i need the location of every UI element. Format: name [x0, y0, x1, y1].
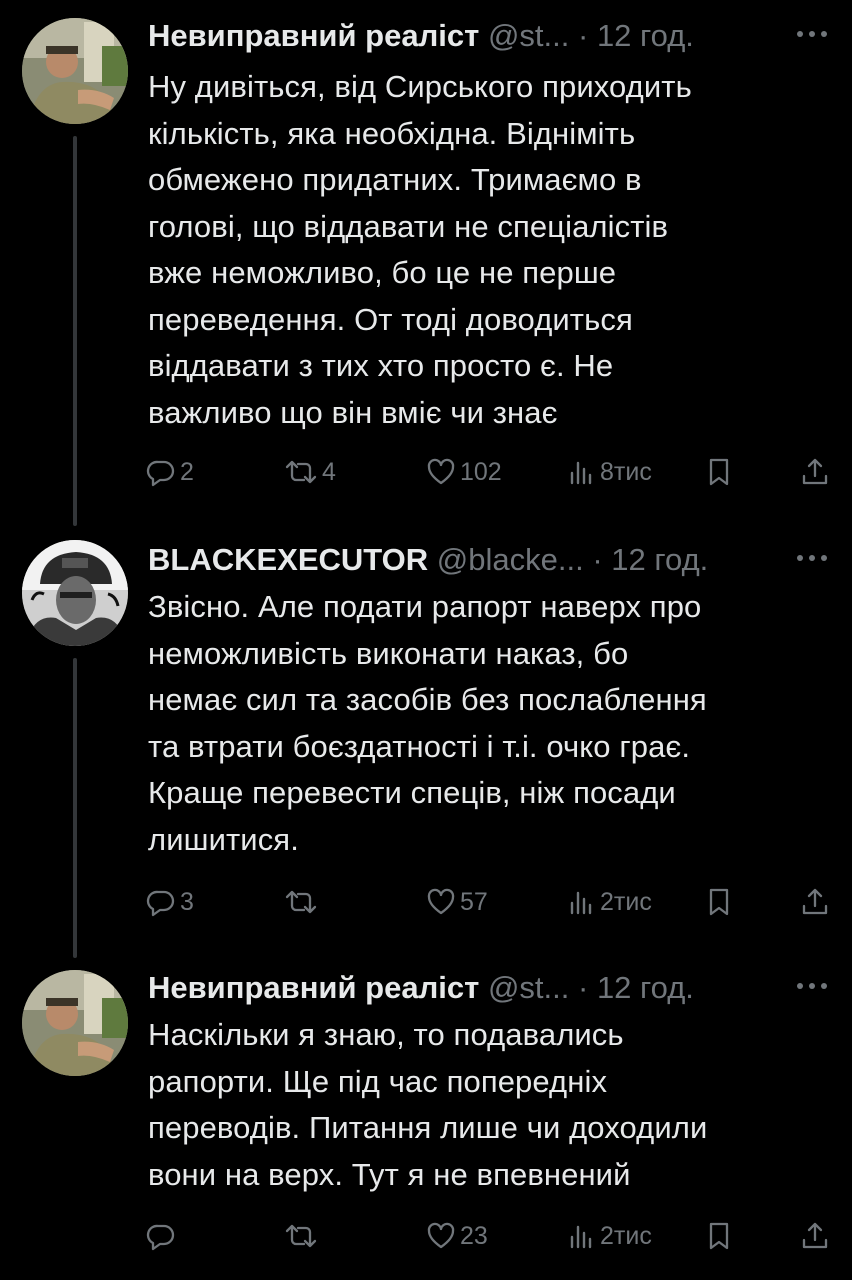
views-count: 2тис — [600, 1221, 652, 1250]
views-icon — [566, 887, 596, 917]
reply-count: 2 — [180, 457, 194, 486]
author-name[interactable]: BLACKEXECUTOR — [148, 542, 428, 577]
bookmark-icon — [704, 1221, 734, 1251]
tweet-header: BLACKEXECUTOR @blacke... · 12 год. — [148, 536, 838, 584]
avatar[interactable] — [22, 540, 128, 646]
reply-icon — [146, 1221, 176, 1251]
share-button[interactable] — [800, 1216, 830, 1256]
timestamp[interactable]: 12 год. — [611, 542, 708, 577]
separator-dot: · — [577, 970, 589, 1005]
tweet-text: Звісно. Але подати рапорт наверх про нем… — [148, 589, 707, 857]
thread-line — [73, 658, 77, 958]
tweet-2[interactable]: BLACKEXECUTOR @blacke... · 12 год. Звісн… — [0, 522, 852, 958]
timestamp[interactable]: 12 год. — [597, 18, 694, 53]
reply-icon — [146, 887, 176, 917]
share-icon — [800, 1221, 830, 1251]
tweet-text: Наскільки я знаю, то подавались рапорти.… — [148, 1017, 708, 1192]
tweet-3[interactable]: Невиправний реаліст @st... · 12 год. Нас… — [0, 952, 852, 1280]
timestamp[interactable]: 12 год. — [597, 970, 694, 1005]
separator-dot: · — [592, 542, 603, 577]
author-handle[interactable]: @st... — [488, 18, 569, 53]
tweet-text: Ну дивіться, від Сирського приходить кіл… — [148, 69, 692, 430]
share-icon — [800, 457, 830, 487]
bookmark-icon — [704, 457, 734, 487]
heart-icon — [426, 1221, 456, 1251]
share-icon — [800, 887, 830, 917]
repost-button[interactable]: 4 — [284, 452, 336, 492]
views-count: 2тис — [600, 887, 652, 916]
heart-icon — [426, 887, 456, 917]
repost-button[interactable] — [284, 1216, 322, 1256]
like-count: 102 — [460, 457, 502, 486]
more-icon[interactable] — [794, 538, 830, 578]
bookmark-icon — [704, 887, 734, 917]
avatar[interactable] — [22, 18, 128, 124]
repost-icon — [284, 457, 318, 487]
repost-count: 4 — [322, 457, 336, 486]
tweet-1[interactable]: Невиправний реаліст @st... · 12 год. Ну … — [0, 0, 852, 526]
share-button[interactable] — [800, 452, 830, 492]
avatar[interactable] — [22, 970, 128, 1076]
share-button[interactable] — [800, 882, 830, 922]
heart-icon — [426, 457, 456, 487]
bookmark-button[interactable] — [704, 882, 734, 922]
like-count: 23 — [460, 1221, 488, 1250]
more-icon[interactable] — [794, 14, 830, 54]
more-icon[interactable] — [794, 966, 830, 1006]
reply-button[interactable]: 2 — [146, 452, 194, 492]
tweet-header: Невиправний реаліст @st... · 12 год. — [148, 12, 838, 60]
author-name[interactable]: Невиправний реаліст — [148, 970, 479, 1005]
author-handle[interactable]: @st... — [488, 970, 569, 1005]
separator-dot: · — [577, 18, 589, 53]
reply-count: 3 — [180, 887, 194, 916]
author-name[interactable]: Невиправний реаліст — [148, 18, 479, 53]
views-icon — [566, 457, 596, 487]
bookmark-button[interactable] — [704, 452, 734, 492]
like-button[interactable]: 57 — [426, 882, 488, 922]
repost-icon — [284, 887, 318, 917]
action-bar: 3 57 2тис — [146, 882, 836, 922]
views-button[interactable]: 8тис — [566, 452, 652, 492]
bookmark-button[interactable] — [704, 1216, 734, 1256]
views-button[interactable]: 2тис — [566, 1216, 652, 1256]
like-button[interactable]: 23 — [426, 1216, 488, 1256]
views-button[interactable]: 2тис — [566, 882, 652, 922]
author-handle[interactable]: @blacke... — [437, 542, 584, 577]
tweet-header: Невиправний реаліст @st... · 12 год. — [148, 964, 838, 1012]
action-bar: 2 4 102 8тис — [146, 452, 836, 492]
views-count: 8тис — [600, 457, 652, 486]
repost-button[interactable] — [284, 882, 322, 922]
reply-icon — [146, 457, 176, 487]
views-icon — [566, 1221, 596, 1251]
action-bar: 23 2тис — [146, 1216, 836, 1256]
reply-button[interactable] — [146, 1216, 180, 1256]
like-count: 57 — [460, 887, 488, 916]
reply-button[interactable]: 3 — [146, 882, 194, 922]
thread-line — [73, 136, 77, 526]
repost-icon — [284, 1221, 318, 1251]
like-button[interactable]: 102 — [426, 452, 502, 492]
